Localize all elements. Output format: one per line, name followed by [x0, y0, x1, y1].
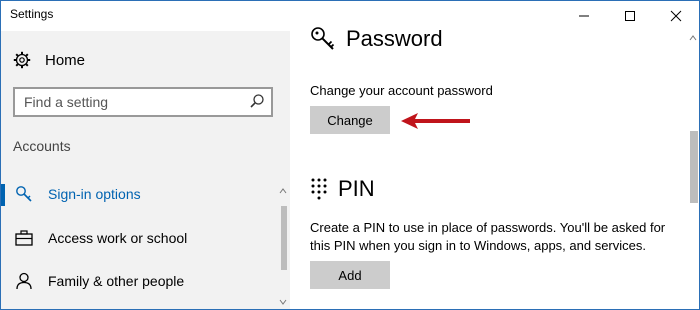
close-icon	[670, 10, 682, 22]
home-label: Home	[45, 51, 86, 69]
key-icon	[311, 27, 335, 50]
scroll-down-icon[interactable]	[278, 297, 288, 307]
close-button[interactable]	[653, 1, 699, 31]
sidebar-scrollbar[interactable]	[278, 184, 288, 309]
gear-icon	[13, 51, 31, 69]
scroll-up-icon[interactable]	[687, 33, 699, 43]
keypad-icon	[311, 178, 327, 200]
briefcase-icon	[14, 228, 34, 248]
minimize-icon	[579, 15, 589, 17]
password-description: Change your account password	[310, 83, 493, 98]
pin-description-line2: this PIN when you sign in to Windows, ap…	[310, 238, 646, 253]
pin-section-title: PIN	[310, 176, 375, 202]
main-content: Password Change your account password Ch…	[290, 26, 687, 309]
sidebar-item-label: Sign-in options	[48, 186, 141, 202]
main-scrollbar[interactable]	[687, 31, 699, 309]
search-icon[interactable]	[249, 93, 265, 109]
sidebar-item-access-work-or-school[interactable]: Access work or school	[1, 228, 187, 248]
sidebar-item-label: Family & other people	[48, 273, 185, 289]
maximize-icon	[625, 11, 635, 21]
annotation-arrow-icon	[401, 113, 470, 129]
sidebar-item-family-other-people[interactable]: Family & other people	[1, 271, 184, 291]
pin-title: PIN	[338, 176, 375, 201]
accounts-group-label: Accounts	[13, 138, 71, 154]
add-pin-button[interactable]: Add	[310, 261, 390, 289]
password-title: Password	[346, 26, 443, 51]
sidebar-scrollbar-thumb[interactable]	[281, 206, 287, 270]
home-nav-item[interactable]: Home	[13, 51, 85, 69]
person-icon	[14, 271, 34, 291]
minimize-button[interactable]	[561, 1, 607, 31]
sidebar-item-label: Access work or school	[48, 230, 188, 246]
search-placeholder: Find a setting	[24, 94, 109, 110]
search-input[interactable]: Find a setting	[13, 87, 273, 117]
change-password-button[interactable]: Change	[310, 106, 390, 134]
window-title: Settings	[10, 7, 54, 21]
scroll-up-icon[interactable]	[278, 186, 288, 196]
settings-window: Settings Home Find a setting Accounts Si…	[0, 0, 700, 310]
sidebar-item-sign-in-options[interactable]: Sign-in options	[1, 184, 141, 204]
key-icon	[14, 184, 34, 204]
password-section-title: Password	[310, 26, 443, 52]
maximize-button[interactable]	[607, 1, 653, 31]
main-scrollbar-thumb[interactable]	[690, 131, 698, 203]
pin-description-line1: Create a PIN to use in place of password…	[310, 220, 666, 235]
sidebar: Home Find a setting Accounts Sign-in opt…	[1, 31, 290, 309]
